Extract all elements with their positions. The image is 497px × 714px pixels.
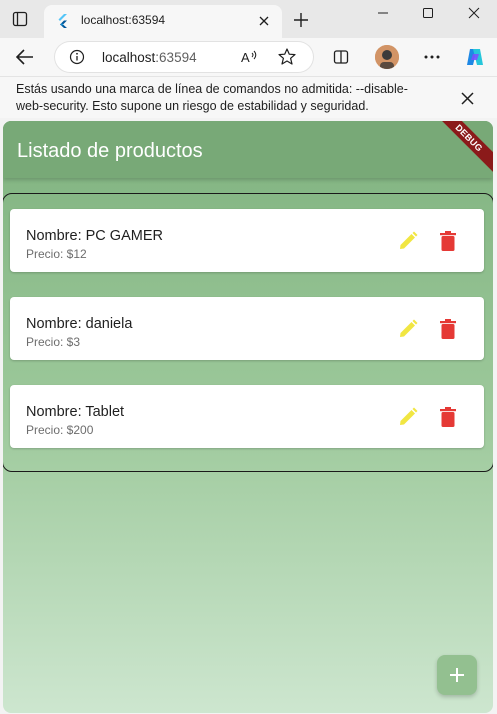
back-arrow-icon	[16, 49, 33, 65]
url-port: :63594	[155, 50, 197, 65]
copilot-icon	[467, 49, 483, 65]
maximize-icon	[423, 8, 433, 18]
tab-close-button[interactable]	[254, 11, 274, 31]
close-icon	[259, 16, 269, 26]
svg-text:A: A	[241, 50, 250, 65]
url-text: localhost:63594	[102, 50, 197, 65]
trash-icon	[440, 319, 456, 339]
copilot-button[interactable]	[461, 43, 489, 71]
more-dots-icon	[424, 55, 440, 59]
maximize-button[interactable]	[413, 3, 443, 23]
delete-button[interactable]	[436, 229, 460, 253]
tab-title: localhost:63594	[81, 13, 166, 27]
app-viewport: Listado de productos DEBUG Nombre: PC GA…	[3, 121, 493, 713]
pencil-icon	[400, 407, 418, 425]
debug-banner: DEBUG	[434, 121, 493, 173]
plus-icon	[450, 668, 464, 682]
product-name: Nombre: PC GAMER	[26, 228, 163, 244]
browser-toolbar: localhost:63594 A	[0, 38, 497, 76]
split-screen-button[interactable]	[327, 43, 355, 71]
product-name: Nombre: Tablet	[26, 404, 125, 420]
trash-icon	[440, 231, 456, 251]
product-card: Nombre: daniela Precio: $3	[10, 297, 484, 360]
edit-button[interactable]	[396, 405, 420, 429]
page-title: Listado de productos	[17, 140, 203, 162]
tab-actions-button[interactable]	[10, 9, 30, 29]
trash-icon	[440, 407, 456, 427]
active-tab[interactable]: localhost:63594	[44, 5, 282, 38]
window-close-button[interactable]	[459, 3, 489, 23]
product-card: Nombre: PC GAMER Precio: $12	[10, 209, 484, 272]
product-price: Precio: $200	[26, 423, 94, 437]
tab-strip: localhost:63594	[0, 0, 497, 38]
infobar-message: Estás usando una marca de línea de coman…	[16, 82, 408, 113]
minimize-icon	[378, 12, 388, 14]
flutter-icon	[58, 14, 67, 28]
info-icon	[69, 49, 85, 65]
plus-icon	[294, 13, 308, 27]
avatar-icon	[375, 45, 399, 69]
new-tab-button[interactable]	[290, 9, 312, 31]
product-price: Precio: $12	[26, 247, 87, 261]
url-host: localhost	[102, 50, 156, 65]
minimize-button[interactable]	[368, 3, 398, 23]
delete-button[interactable]	[436, 405, 460, 429]
infobar-close-button[interactable]	[456, 87, 478, 109]
product-list: Nombre: PC GAMER Precio: $12 Nombre: dan…	[3, 193, 493, 472]
app-bar: Listado de productos DEBUG	[3, 121, 493, 178]
delete-button[interactable]	[436, 317, 460, 341]
product-card: Nombre: Tablet Precio: $200	[10, 385, 484, 448]
pencil-icon	[400, 231, 418, 249]
read-aloud-icon[interactable]: A	[239, 47, 259, 67]
more-options-button[interactable]	[418, 43, 446, 71]
tab-actions-icon	[12, 11, 28, 27]
product-price: Precio: $3	[26, 335, 81, 349]
add-product-button[interactable]	[437, 655, 477, 695]
profile-avatar[interactable]	[375, 45, 399, 69]
back-button[interactable]	[11, 43, 39, 71]
address-bar[interactable]: localhost:63594 A	[55, 42, 313, 72]
favorite-star-icon[interactable]	[277, 47, 297, 67]
product-name: Nombre: daniela	[26, 316, 133, 332]
split-screen-icon	[333, 50, 349, 64]
close-icon	[468, 7, 480, 19]
edit-button[interactable]	[396, 229, 420, 253]
pencil-icon	[400, 319, 418, 337]
edit-button[interactable]	[396, 317, 420, 341]
close-icon	[460, 91, 474, 105]
unsupported-flag-infobar: Estás usando una marca de línea de coman…	[0, 76, 497, 118]
